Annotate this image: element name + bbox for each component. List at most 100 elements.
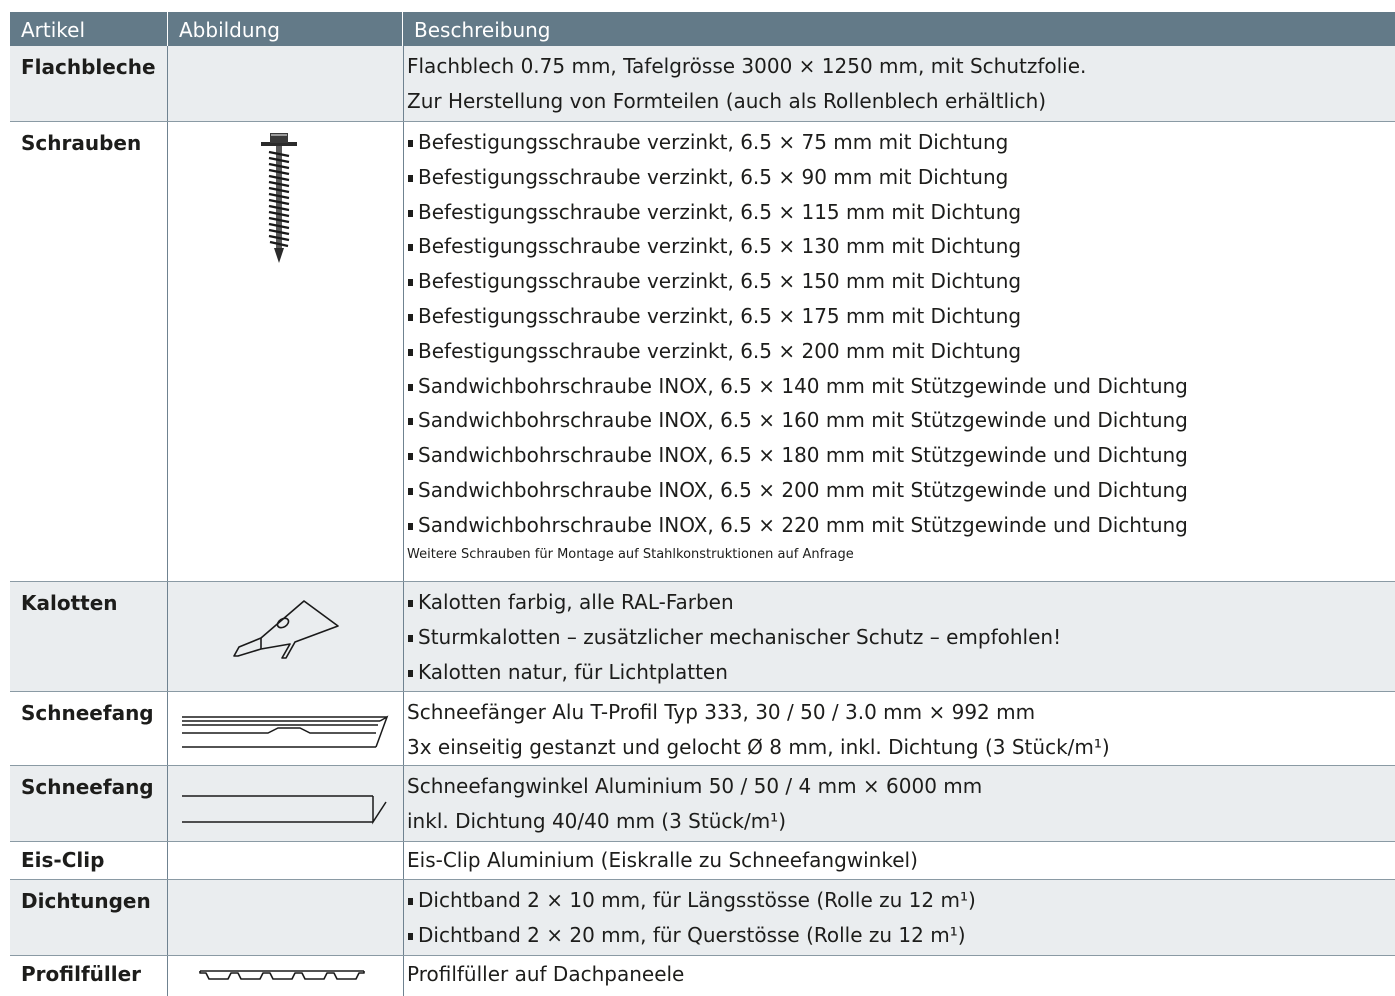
list-item-text: Befestigungsschraube verzinkt, 6.5 × 175… (418, 303, 1022, 328)
table-row-profilfueller: Profilfüller Profilfüller auf Dachpaneel… (10, 956, 1395, 996)
table-row-schneefang-winkel: Schneefang Schneefangwinkel Aluminium 50… (10, 766, 1395, 842)
description-line: Schneefangwinkel Aluminium 50 / 50 / 4 m… (407, 774, 983, 798)
list-item-text: Sandwichbohrschraube INOX, 6.5 × 180 mm … (418, 443, 1188, 468)
article-name: Eis-Clip (10, 842, 168, 879)
product-table: Artikel Abbildung Beschreibung Flachblec… (10, 12, 1395, 996)
cap-icon (233, 600, 339, 659)
list-item: Befestigungsschraube verzinkt, 6.5 × 90 … (407, 160, 1395, 195)
list-item: Befestigungsschraube verzinkt, 6.5 × 75 … (407, 125, 1395, 160)
list-item: Dichtband 2 × 10 mm, für Längsstösse (Ro… (407, 883, 1395, 918)
bullet-icon (408, 487, 413, 495)
list-item: Sandwichbohrschraube INOX, 6.5 × 160 mm … (407, 403, 1395, 438)
illustration-cell (168, 842, 404, 879)
bullet-icon (408, 634, 413, 642)
profile-filler-icon (199, 970, 365, 980)
table-row-schneefang-t-profil: Schneefang Schneefänger Alu T-Profil Typ… (10, 692, 1395, 766)
list-item-text: Kalotten natur, für Lichtplatten (418, 659, 728, 684)
table-row-dichtungen: Dichtungen Dichtband 2 × 10 mm, für Läng… (10, 880, 1395, 956)
list-item-text: Befestigungsschraube verzinkt, 6.5 × 150… (418, 269, 1022, 294)
list-item: Dichtband 2 × 20 mm, für Querstösse (Rol… (407, 918, 1395, 953)
description-line: Schneefänger Alu T-Profil Typ 333, 30 / … (407, 700, 1036, 724)
bullet-icon (408, 279, 413, 287)
illustration-cell (168, 956, 404, 996)
list-item-text: Dichtband 2 × 20 mm, für Querstösse (Rol… (418, 922, 966, 947)
list-item-text: Kalotten farbig, alle RAL-Farben (418, 590, 734, 614)
header-abbildung: Abbildung (168, 12, 403, 46)
bullet-icon (408, 313, 413, 321)
illustration-cell (168, 582, 404, 691)
illustration-cell (168, 766, 404, 841)
illustration-cell (168, 880, 404, 955)
list-item-text: Sandwichbohrschraube INOX, 6.5 × 140 mm … (418, 373, 1188, 398)
list-item: Sandwichbohrschraube INOX, 6.5 × 140 mm … (407, 369, 1395, 404)
article-name: Dichtungen (10, 880, 168, 955)
table-header: Artikel Abbildung Beschreibung (10, 12, 1395, 46)
header-beschreibung: Beschreibung (414, 18, 551, 42)
t-profile-icon (182, 715, 389, 748)
list-item: Befestigungsschraube verzinkt, 6.5 × 175… (407, 299, 1395, 334)
list-item-text: Sandwichbohrschraube INOX, 6.5 × 220 mm … (418, 512, 1188, 537)
description-cell: Kalotten farbig, alle RAL-Farben Sturmka… (404, 582, 1395, 691)
list-item: Sturmkalotten – zusätzlicher mechanische… (407, 620, 1395, 655)
list-item: Kalotten farbig, alle RAL-Farben (407, 585, 1395, 620)
list-item: Befestigungsschraube verzinkt, 6.5 × 130… (407, 229, 1395, 264)
header-artikel: Artikel (10, 12, 168, 46)
description-cell: Schneefänger Alu T-Profil Typ 333, 30 / … (404, 692, 1395, 765)
list-item-text: Befestigungsschraube verzinkt, 6.5 × 115… (418, 199, 1022, 224)
table-row-schrauben: Schrauben Befestigungsschraube verzinkt,… (10, 122, 1395, 582)
bullet-icon (408, 522, 413, 530)
footnote: Weitere Schrauben für Montage auf Stahlk… (407, 546, 854, 562)
bullet-icon (408, 898, 413, 905)
description-line: inkl. Dichtung 40/40 mm (3 Stück/m¹) (407, 808, 786, 833)
article-name: Schneefang (10, 766, 168, 841)
bullet-icon (408, 453, 413, 461)
bullet-icon (408, 600, 413, 607)
list-item: Kalotten natur, für Lichtplatten (407, 655, 1395, 690)
description-line: 3x einseitig gestanzt und gelocht Ø 8 mm… (407, 734, 1110, 759)
description-cell: Schneefangwinkel Aluminium 50 / 50 / 4 m… (404, 766, 1395, 841)
list-item-text: Befestigungsschraube verzinkt, 6.5 × 75 … (418, 130, 1009, 154)
description-cell: Profilfüller auf Dachpaneele (404, 956, 1395, 996)
bullet-icon (408, 244, 413, 252)
description-cell: Dichtband 2 × 10 mm, für Längsstösse (Ro… (404, 880, 1395, 955)
list-item-text: Sturmkalotten – zusätzlicher mechanische… (418, 624, 1062, 649)
list-item-text: Befestigungsschraube verzinkt, 6.5 × 90 … (418, 164, 1009, 189)
bullet-icon (408, 174, 413, 182)
table-row-kalotten: Kalotten Kalotten farbig, alle RAL-Farbe… (10, 582, 1395, 692)
list-item: Sandwichbohrschraube INOX, 6.5 × 180 mm … (407, 438, 1395, 473)
description-cell: Befestigungsschraube verzinkt, 6.5 × 75 … (404, 122, 1395, 581)
bullet-icon (408, 348, 413, 356)
article-name: Schneefang (10, 692, 168, 765)
illustration-cell (168, 692, 404, 765)
article-name: Schrauben (10, 122, 168, 581)
list-item: Befestigungsschraube verzinkt, 6.5 × 150… (407, 264, 1395, 299)
description-cell: Flachblech 0.75 mm, Tafelgrösse 3000 × 1… (404, 46, 1395, 121)
list-item-text: Befestigungsschraube verzinkt, 6.5 × 130… (418, 234, 1022, 259)
list-item: Sandwichbohrschraube INOX, 6.5 × 220 mm … (407, 508, 1395, 543)
list-item-text: Dichtband 2 × 10 mm, für Längsstösse (Ro… (418, 888, 976, 912)
description-line: Profilfüller auf Dachpaneele (407, 962, 685, 986)
bullet-icon (408, 932, 413, 940)
list-item: Sandwichbohrschraube INOX, 6.5 × 200 mm … (407, 473, 1395, 508)
article-name: Kalotten (10, 582, 168, 691)
table-row-flachbleche: Flachbleche Flachblech 0.75 mm, Tafelgrö… (10, 46, 1395, 122)
list-item-text: Sandwichbohrschraube INOX, 6.5 × 200 mm … (418, 477, 1188, 502)
bullet-icon (408, 140, 413, 147)
bullet-icon (408, 669, 413, 677)
screw-icon (261, 133, 297, 263)
table-row-eis-clip: Eis-Clip Eis-Clip Aluminium (Eiskralle z… (10, 842, 1395, 880)
description-line: Zur Herstellung von Formteilen (auch als… (407, 88, 1047, 113)
list-item: Befestigungsschraube verzinkt, 6.5 × 115… (407, 195, 1395, 230)
article-name: Flachbleche (10, 46, 168, 121)
illustration-cell (168, 46, 404, 121)
article-name: Profilfüller (10, 956, 168, 996)
bullet-icon (408, 209, 413, 217)
bullet-icon (408, 383, 413, 391)
list-item-text: Befestigungsschraube verzinkt, 6.5 × 200… (418, 338, 1022, 363)
description-cell: Eis-Clip Aluminium (Eiskralle zu Schneef… (404, 842, 1395, 879)
list-item-text: Sandwichbohrschraube INOX, 6.5 × 160 mm … (418, 408, 1188, 433)
bullet-icon (408, 418, 413, 426)
angle-profile-icon (182, 795, 387, 825)
description-line: Eis-Clip Aluminium (Eiskralle zu Schneef… (407, 848, 918, 872)
description-line: Flachblech 0.75 mm, Tafelgrösse 3000 × 1… (407, 54, 1087, 78)
